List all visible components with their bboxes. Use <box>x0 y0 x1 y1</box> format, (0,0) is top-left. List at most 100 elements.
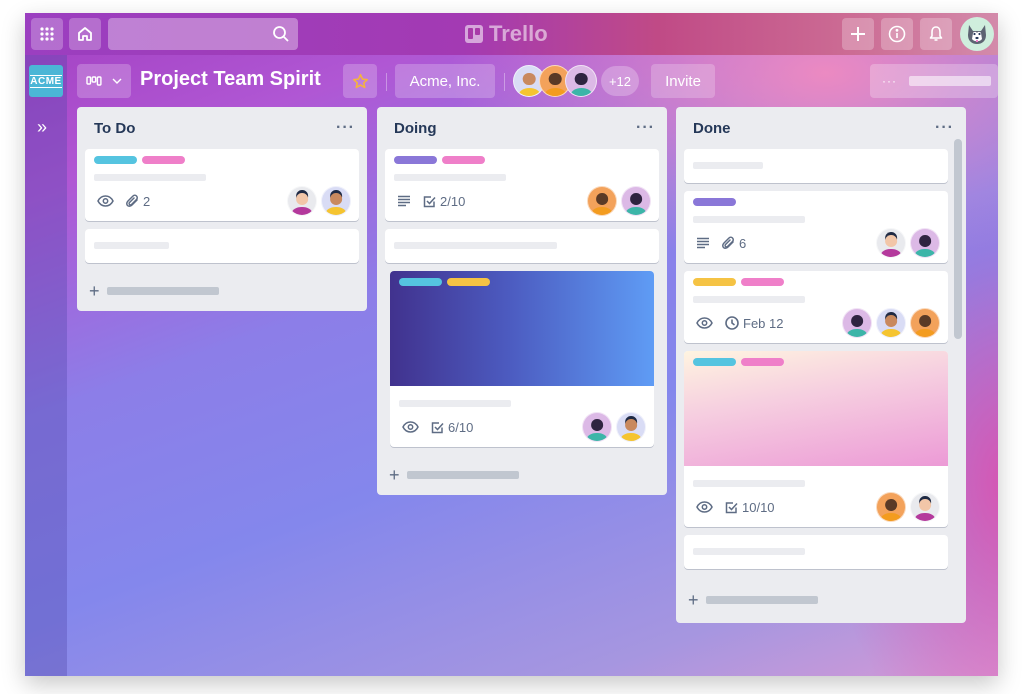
member-avatar[interactable] <box>621 186 651 216</box>
label-cyan <box>94 156 137 164</box>
member-avatar[interactable] <box>876 228 906 258</box>
expand-sidebar-button[interactable]: » <box>37 117 47 138</box>
label-cyan <box>693 358 736 366</box>
checklist-badge: 2/10 <box>423 194 465 209</box>
label-yellow <box>693 278 736 286</box>
info-icon <box>888 25 906 43</box>
add-card-button[interactable]: + <box>676 577 966 623</box>
trello-window: Trello ACME » Project Team Spirit Acme, … <box>25 13 998 676</box>
home-icon <box>76 25 94 43</box>
member-avatar[interactable] <box>876 308 906 338</box>
member-avatar[interactable] <box>582 412 612 442</box>
list-title[interactable]: To Do <box>94 120 135 137</box>
eye-icon <box>696 317 713 329</box>
eye-icon <box>402 421 419 433</box>
member-avatar[interactable] <box>587 186 617 216</box>
list-menu-icon[interactable]: ··· <box>636 119 655 137</box>
card-title-placeholder <box>394 174 506 181</box>
member-avatar[interactable] <box>321 186 351 216</box>
list-title[interactable]: Done <box>693 120 731 137</box>
list-scrollbar[interactable] <box>954 139 962 339</box>
board-view-switcher[interactable] <box>77 64 131 98</box>
member-avatar[interactable] <box>910 492 940 522</box>
card[interactable]: 2/10 <box>385 149 659 221</box>
paperclip-icon <box>126 194 138 207</box>
member-avatar[interactable] <box>616 412 646 442</box>
clock-icon <box>725 316 739 330</box>
description-icon <box>697 237 709 249</box>
attachments-badge: 2 <box>126 194 150 209</box>
card[interactable]: 2 <box>85 149 359 221</box>
list-doing: Doing ··· 2/10 6/10 + <box>377 107 667 495</box>
add-card-button[interactable]: + <box>377 455 667 495</box>
divider <box>504 73 505 91</box>
card-title-placeholder <box>394 242 557 249</box>
list-menu-icon[interactable]: ··· <box>336 119 355 137</box>
watching-badge <box>696 317 713 329</box>
card-with-cover[interactable]: 6/10 <box>390 271 654 447</box>
card-title-placeholder <box>693 296 805 303</box>
description-icon <box>398 195 410 207</box>
member-avatar[interactable] <box>910 228 940 258</box>
member-avatar[interactable] <box>842 308 872 338</box>
divider <box>386 73 387 91</box>
search-input[interactable] <box>108 18 298 50</box>
workspace-logo[interactable]: ACME <box>29 65 63 97</box>
card[interactable] <box>385 229 659 263</box>
board-title[interactable]: Project Team Spirit <box>140 68 321 91</box>
card-title-placeholder <box>693 216 805 223</box>
card[interactable] <box>684 535 948 569</box>
chevron-down-icon <box>112 78 122 84</box>
eye-icon <box>97 195 114 207</box>
member-avatar[interactable] <box>876 492 906 522</box>
invite-button[interactable]: Invite <box>651 64 715 98</box>
label-yellow <box>447 278 490 286</box>
card-title-placeholder <box>693 162 763 169</box>
user-avatar[interactable] <box>960 17 994 51</box>
label-pink <box>442 156 485 164</box>
watching-badge <box>696 501 713 513</box>
plus-icon: + <box>89 280 100 301</box>
card-cover-pink <box>684 351 948 466</box>
attachments-badge: 6 <box>722 236 746 251</box>
card[interactable]: Feb 12 <box>684 271 948 343</box>
list-menu-icon[interactable]: ··· <box>935 119 954 137</box>
create-button[interactable] <box>842 18 874 50</box>
card-title-placeholder <box>693 480 805 487</box>
label-cyan <box>399 278 442 286</box>
star-icon <box>352 73 369 90</box>
bell-icon <box>928 25 944 43</box>
apps-grid-button[interactable] <box>31 18 63 50</box>
card[interactable]: 6 <box>684 191 948 263</box>
member-avatar[interactable] <box>565 65 597 97</box>
home-button[interactable] <box>69 18 101 50</box>
label-pink <box>741 358 784 366</box>
card-title-placeholder <box>94 242 169 249</box>
checklist-icon <box>725 501 738 513</box>
notifications-button[interactable] <box>920 18 952 50</box>
workspace-button[interactable]: Acme, Inc. <box>395 64 495 98</box>
list-title[interactable]: Doing <box>394 120 437 137</box>
watching-badge <box>402 421 419 433</box>
trello-logo[interactable]: Trello <box>465 21 548 47</box>
show-menu-button[interactable]: ··· <box>870 64 998 98</box>
star-board-button[interactable] <box>343 64 377 98</box>
info-button[interactable] <box>881 18 913 50</box>
card[interactable] <box>85 229 359 263</box>
workspace-sidebar: ACME » <box>25 55 67 676</box>
trello-logo-icon <box>465 25 483 43</box>
plus-icon <box>849 25 867 43</box>
card-cover-blue <box>390 271 654 386</box>
chevron-double-right-icon: » <box>37 117 48 137</box>
list-done: Done ··· 6 Feb 12 10/10 + <box>676 107 966 623</box>
add-card-button[interactable]: + <box>77 271 367 311</box>
label-pink <box>142 156 185 164</box>
card-with-cover[interactable]: 10/10 <box>684 351 948 527</box>
member-avatar[interactable] <box>910 308 940 338</box>
more-members-badge[interactable]: +12 <box>601 66 639 96</box>
top-navigation-bar: Trello <box>25 13 998 55</box>
board-view-icon <box>86 75 102 87</box>
card[interactable] <box>684 149 948 183</box>
member-avatar[interactable] <box>287 186 317 216</box>
label-purple <box>693 198 736 206</box>
